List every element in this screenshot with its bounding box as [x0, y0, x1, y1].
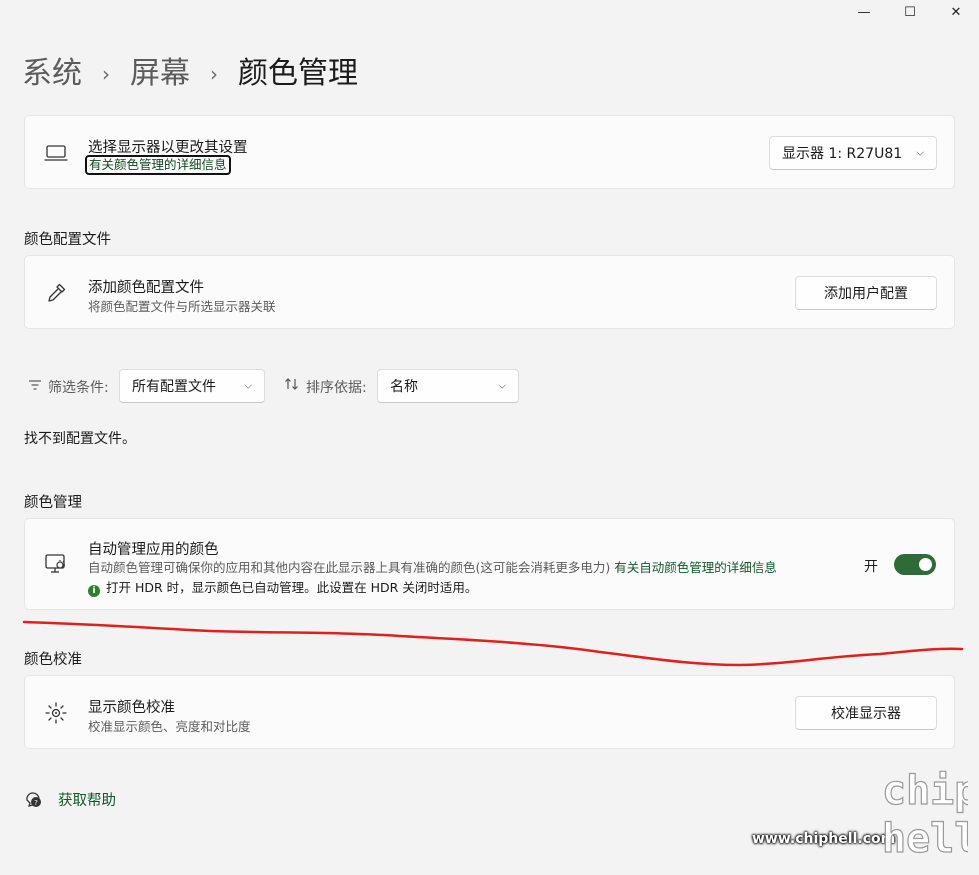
add-user-profile-button[interactable]: 添加用户配置	[795, 276, 937, 310]
sort-dropdown-value: 名称	[390, 379, 418, 395]
color-management-heading: 颜色管理	[24, 495, 82, 511]
hdr-note-row: i 打开 HDR 时，显示颜色已自动管理。此设置在 HDR 关闭时适用。	[88, 577, 477, 597]
toggle-state-label: 开	[864, 559, 878, 575]
sort-icon	[285, 378, 298, 390]
close-button[interactable]: ✕	[933, 0, 979, 24]
get-help-label: 获取帮助	[58, 793, 116, 809]
chevron-down-icon: ⌵	[244, 380, 252, 392]
color-management-info-link-text: 有关颜色管理的详细信息	[85, 155, 231, 175]
display-select-card: 选择显示器以更改其设置 有关颜色管理的详细信息 显示器 1: R27U81 ⌵	[24, 115, 955, 189]
maximize-button[interactable]: ☐	[887, 0, 933, 24]
filter-dropdown-value: 所有配置文件	[132, 379, 216, 395]
calibration-card: 显示颜色校准 校准显示颜色、亮度和对比度 校准显示器	[24, 675, 955, 749]
sort-dropdown[interactable]: 名称 ⌵	[377, 369, 519, 403]
breadcrumb-system[interactable]: 系统	[22, 52, 82, 96]
toggle-knob	[919, 558, 932, 571]
auto-color-management-card: 自动管理应用的颜色 自动颜色管理可确保你的应用和其他内容在此显示器上具有准确的颜…	[24, 518, 955, 610]
breadcrumb-separator-icon: ›	[210, 62, 218, 86]
display-dropdown-value: 显示器 1: R27U81	[782, 146, 903, 162]
color-profiles-heading: 颜色配置文件	[24, 232, 111, 248]
page-title: 颜色管理	[238, 56, 358, 91]
auto-color-toggle[interactable]	[894, 554, 936, 575]
chevron-down-icon: ⌵	[916, 147, 924, 159]
filter-icon	[29, 380, 41, 390]
color-management-info-link[interactable]: 有关颜色管理的详细信息	[85, 154, 231, 175]
chiphell-logo: chip hell	[881, 767, 968, 860]
info-icon: i	[88, 585, 100, 597]
add-profile-card: 添加颜色配置文件 将颜色配置文件与所选显示器关联 添加用户配置	[24, 255, 955, 329]
empty-profiles-message: 找不到配置文件。	[24, 431, 136, 447]
hdr-note: 打开 HDR 时，显示颜色已自动管理。此设置在 HDR 关闭时适用。	[106, 580, 478, 595]
breadcrumb-separator-icon: ›	[102, 62, 110, 86]
window-controls: — ☐ ✕	[841, 0, 979, 24]
calibration-title: 显示颜色校准	[88, 700, 175, 716]
sort-label: 排序依据:	[306, 380, 367, 396]
calibrate-display-button[interactable]: 校准显示器	[795, 696, 937, 730]
eyedropper-icon	[48, 283, 66, 302]
get-help-link[interactable]: ? 获取帮助	[24, 789, 116, 810]
minimize-button[interactable]: —	[841, 0, 887, 24]
svg-text:chip: chip	[882, 768, 968, 814]
auto-color-info-link[interactable]: 有关自动颜色管理的详细信息	[614, 560, 777, 575]
calibration-subtitle: 校准显示颜色、亮度和对比度	[88, 719, 251, 734]
add-profile-title: 添加颜色配置文件	[88, 280, 204, 296]
red-annotation-stroke	[22, 620, 964, 667]
display-dropdown[interactable]: 显示器 1: R27U81 ⌵	[769, 136, 937, 170]
calibration-icon	[45, 702, 67, 724]
svg-text:hell: hell	[882, 816, 968, 860]
svg-text:?: ?	[34, 799, 38, 807]
auto-color-description: 自动颜色管理可确保你的应用和其他内容在此显示器上具有准确的颜色(这可能会消耗更多…	[88, 560, 611, 575]
monitor-color-icon	[45, 554, 65, 573]
auto-color-title: 自动管理应用的颜色	[88, 542, 219, 558]
laptop-icon	[44, 145, 68, 161]
breadcrumb-display[interactable]: 屏幕	[130, 52, 190, 96]
chevron-down-icon: ⌵	[498, 380, 506, 392]
watermark-url: www.chiphell.com	[752, 831, 896, 847]
add-profile-subtitle: 将颜色配置文件与所选显示器关联	[88, 299, 276, 314]
help-icon: ?	[26, 791, 41, 807]
filter-dropdown[interactable]: 所有配置文件 ⌵	[119, 369, 265, 403]
auto-color-description-row: 自动颜色管理可确保你的应用和其他内容在此显示器上具有准确的颜色(这可能会消耗更多…	[88, 557, 777, 576]
filter-label: 筛选条件:	[48, 380, 109, 396]
color-calibration-heading: 颜色校准	[24, 652, 82, 668]
breadcrumb: 系统 › 屏幕 › 颜色管理	[22, 52, 358, 96]
